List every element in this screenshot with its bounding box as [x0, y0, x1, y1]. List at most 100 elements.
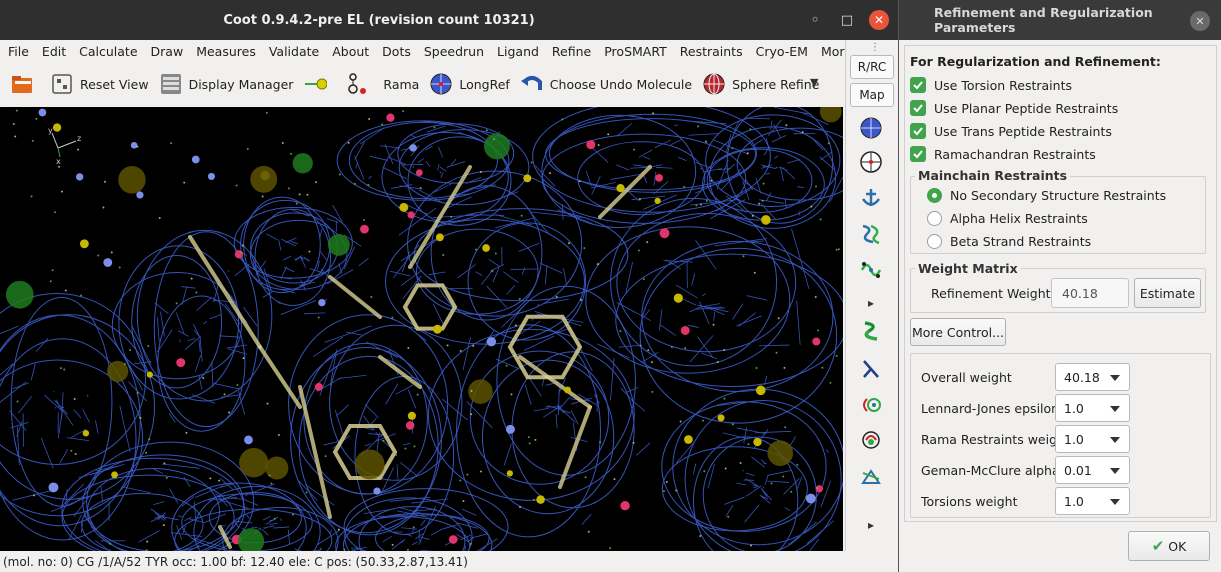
menu-file[interactable]: File — [8, 44, 29, 59]
menu-prosmart[interactable]: ProSMART — [604, 44, 667, 59]
expand-arrow-icon-2[interactable]: ▸ — [858, 512, 884, 538]
contact-dot — [241, 244, 244, 247]
maximize-button[interactable]: □ — [837, 10, 857, 30]
rama-plot-icon[interactable] — [858, 115, 884, 141]
add-atom-button[interactable] — [343, 72, 373, 96]
go-to-atom-button[interactable] — [303, 72, 333, 96]
menu-dots[interactable]: Dots — [382, 44, 411, 59]
target-icon[interactable] — [858, 149, 884, 175]
3d-map-viewport[interactable]: y z x — [0, 107, 843, 551]
menu-draw[interactable]: Draw — [151, 44, 184, 59]
alpha-helix-radio[interactable]: Alpha Helix Restraints — [927, 209, 1088, 227]
rama-button[interactable]: Rama — [383, 77, 419, 92]
beta-strand-radio[interactable]: Beta Strand Restraints — [927, 232, 1091, 250]
atom-sphere — [79, 239, 89, 249]
contact-dot — [273, 517, 276, 520]
contact-dot — [731, 423, 734, 426]
contact-dot — [185, 431, 188, 434]
contact-dot — [749, 128, 752, 131]
menu-cryo-em[interactable]: Cryo-EM — [756, 44, 808, 59]
expand-arrow-icon[interactable]: ▸ — [858, 290, 884, 316]
contact-dot — [528, 442, 531, 445]
rama-weight-select[interactable]: 1.0 — [1055, 425, 1130, 453]
minimize-button[interactable]: ◦ — [805, 10, 825, 30]
contact-dot — [530, 161, 533, 164]
toolbar-overflow-button[interactable]: ▼ — [810, 76, 818, 89]
chevron-down-icon — [1110, 375, 1120, 381]
green-helix-icon[interactable] — [858, 318, 884, 344]
contact-dot — [337, 528, 340, 531]
dialog-close-button[interactable]: ✕ — [1190, 11, 1210, 31]
overall-weight-select[interactable]: 40.18 — [1055, 363, 1130, 391]
contact-dot — [647, 349, 650, 352]
menu-edit[interactable]: Edit — [42, 44, 66, 59]
reset-view-button[interactable]: Reset View — [50, 72, 149, 96]
lambda-bond-icon[interactable] — [858, 356, 884, 382]
contact-dot — [413, 445, 416, 448]
rotamer-icon[interactable] — [858, 392, 884, 418]
contact-dot — [64, 289, 67, 292]
chain-refine-icon[interactable] — [858, 257, 884, 283]
contact-dot — [459, 479, 462, 482]
flip-peptide-icon[interactable] — [858, 464, 884, 490]
estimate-button[interactable]: Estimate — [1134, 278, 1201, 308]
ramachandran-checkbox[interactable]: Ramachandran Restraints — [910, 145, 1096, 163]
menu-measures[interactable]: Measures — [196, 44, 256, 59]
contact-dot — [716, 360, 719, 363]
contact-dot — [73, 397, 76, 400]
no-secondary-structure-radio[interactable]: No Secondary Structure Restraints — [927, 186, 1166, 204]
menu-calculate[interactable]: Calculate — [79, 44, 137, 59]
lennard-jones-select[interactable]: 1.0 — [1055, 394, 1130, 422]
atom-sphere — [373, 487, 381, 495]
axis-label-z: z — [77, 134, 81, 143]
atom-sphere — [448, 535, 458, 544]
geman-mcclure-select[interactable]: 0.01 — [1055, 456, 1130, 484]
contact-dot — [268, 474, 271, 477]
menu-validate[interactable]: Validate — [269, 44, 319, 59]
trans-peptide-checkbox[interactable]: Use Trans Peptide Restraints — [910, 122, 1112, 140]
menu-ligand[interactable]: Ligand — [497, 44, 539, 59]
contact-dot — [578, 180, 581, 183]
contact-dot — [777, 317, 780, 320]
close-button[interactable]: ✕ — [869, 10, 889, 30]
contact-dot — [362, 219, 365, 222]
menu-restraints[interactable]: Restraints — [680, 44, 743, 59]
atom-sphere — [207, 172, 216, 180]
atom-sphere — [409, 144, 417, 152]
rigid-body-fit-icon[interactable] — [858, 221, 884, 247]
contact-dot — [35, 117, 38, 120]
atom-sphere — [130, 141, 138, 149]
menu-about[interactable]: About — [332, 44, 369, 59]
bond-stick — [258, 345, 302, 409]
choose-undo-molecule-button[interactable]: Choose Undo Molecule — [520, 72, 692, 96]
contact-dot — [14, 135, 17, 138]
water-sphere — [327, 234, 350, 256]
torsion-restraints-checkbox[interactable]: Use Torsion Restraints — [910, 76, 1072, 94]
main-toolbar: Reset View Display Manager Rama LongRef — [0, 62, 845, 106]
longref-button[interactable]: LongRef — [429, 72, 510, 96]
display-manager-button[interactable]: Display Manager — [159, 72, 293, 96]
map-button[interactable]: Map — [850, 83, 894, 107]
anchor-icon[interactable] — [858, 185, 884, 211]
open-file-button[interactable] — [10, 72, 40, 96]
status-bar: (mol. no: 0) CG /1/A/52 TYR occ: 1.00 bf… — [0, 551, 898, 572]
torsions-weight-select[interactable]: 1.0 — [1055, 487, 1130, 515]
contact-dot — [705, 199, 708, 202]
overall-weight-label: Overall weight — [921, 370, 1012, 385]
more-control-button[interactable]: More Control... — [910, 318, 1006, 346]
ok-button[interactable]: ✔ OK — [1128, 531, 1210, 561]
planar-peptide-checkbox[interactable]: Use Planar Peptide Restraints — [910, 99, 1118, 117]
sphere-refine-button[interactable]: Sphere Refine — [702, 72, 819, 96]
contact-dot — [315, 181, 318, 184]
refinement-weight-field[interactable]: 40.18 — [1051, 278, 1129, 308]
key-atom-icon — [303, 72, 328, 96]
menu-speedrun[interactable]: Speedrun — [424, 44, 484, 59]
contact-dot — [814, 185, 817, 188]
contact-dot — [699, 534, 702, 537]
menu-refine[interactable]: Refine — [552, 44, 591, 59]
torsion-icon[interactable] — [858, 427, 884, 453]
rrc-button[interactable]: R/RC — [850, 55, 894, 79]
contact-dot — [277, 433, 280, 436]
radio-indicator — [927, 210, 942, 226]
bond-stick — [518, 355, 592, 409]
